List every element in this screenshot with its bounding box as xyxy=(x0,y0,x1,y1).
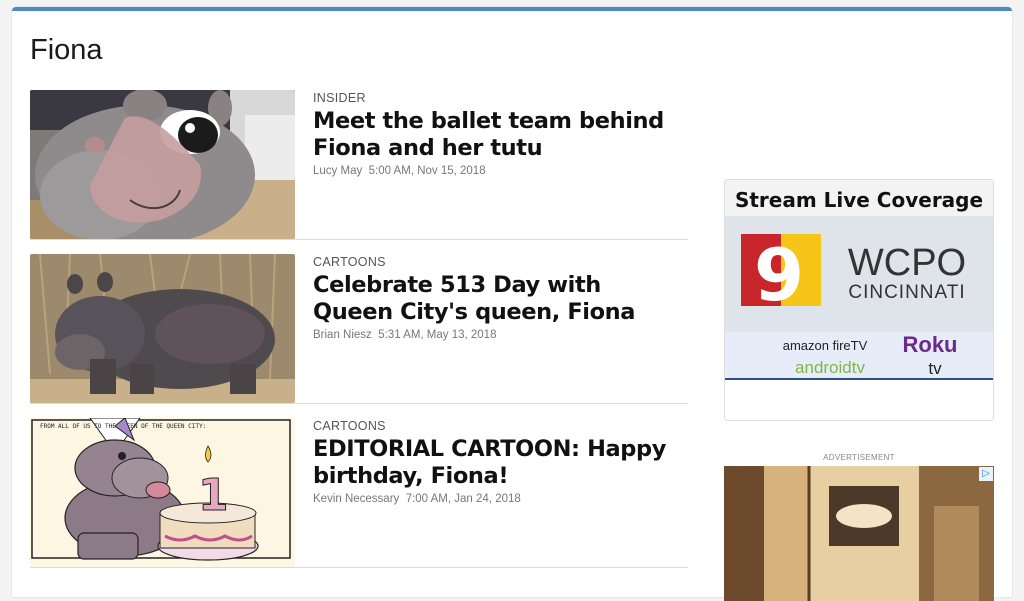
channel-number: 9 xyxy=(754,233,804,317)
birthday-candle-number: 1 xyxy=(198,470,229,521)
platform-amazon: amazon fireTV xyxy=(783,338,868,353)
story-item[interactable]: CARTOONS Celebrate 513 Day with Queen Ci… xyxy=(30,254,688,404)
station-name: WCPO xyxy=(848,242,966,284)
story-time: 5:31 AM, May 13, 2018 xyxy=(378,329,497,341)
story-headline[interactable]: Celebrate 513 Day with Queen City's quee… xyxy=(313,272,683,326)
platform-roku: Roku xyxy=(903,332,958,357)
advertisement-label: ADVERTISEMENT xyxy=(823,453,895,462)
story-headline[interactable]: Meet the ballet team behind Fiona and he… xyxy=(313,108,683,162)
story-time: 7:00 AM, Jan 24, 2018 xyxy=(405,493,521,505)
story-item[interactable]: INSIDER Meet the ballet team behind Fion… xyxy=(30,90,688,240)
story-category: CARTOONS xyxy=(313,255,386,269)
ad-banner-text: Stream Live Coverage xyxy=(735,188,983,212)
story-thumbnail[interactable] xyxy=(30,254,295,403)
story-thumbnail[interactable] xyxy=(30,90,295,239)
platform-androidtv: androidtv xyxy=(795,358,865,377)
station-city: CINCINNATI xyxy=(848,282,965,303)
story-time: 5:00 AM, Nov 15, 2018 xyxy=(368,165,486,177)
section-title: Fiona xyxy=(30,34,103,66)
platform-appletv: tv xyxy=(928,359,942,378)
story-category: INSIDER xyxy=(313,91,366,105)
story-author: Lucy May xyxy=(313,165,363,177)
story-item[interactable]: FROM ALL OF US TO THE QUEEN OF THE QUEEN… xyxy=(30,418,688,568)
hotel-ad[interactable]: ▷ xyxy=(724,466,994,601)
story-meta: Lucy May 5:00 AM, Nov 15, 2018 xyxy=(313,165,683,177)
story-headline[interactable]: EDITORIAL CARTOON: Happy birthday, Fiona… xyxy=(313,436,683,490)
story-thumbnail[interactable]: FROM ALL OF US TO THE QUEEN OF THE QUEEN… xyxy=(30,418,295,567)
wcpo-ad[interactable]: Stream Live Coverage 9 WCPO CINCINNATI a… xyxy=(724,179,994,421)
content-card: Fiona INSIDER Meet the ballet team behin… xyxy=(12,7,1012,601)
story-author: Brian Niesz xyxy=(313,329,372,341)
story-category: CARTOONS xyxy=(313,419,386,433)
story-author: Kevin Necessary xyxy=(313,493,400,505)
story-meta: Brian Niesz 5:31 AM, May 13, 2018 xyxy=(313,329,683,341)
adchoices-icon[interactable]: ▷ xyxy=(979,467,993,481)
story-meta: Kevin Necessary 7:00 AM, Jan 24, 2018 xyxy=(313,493,683,505)
